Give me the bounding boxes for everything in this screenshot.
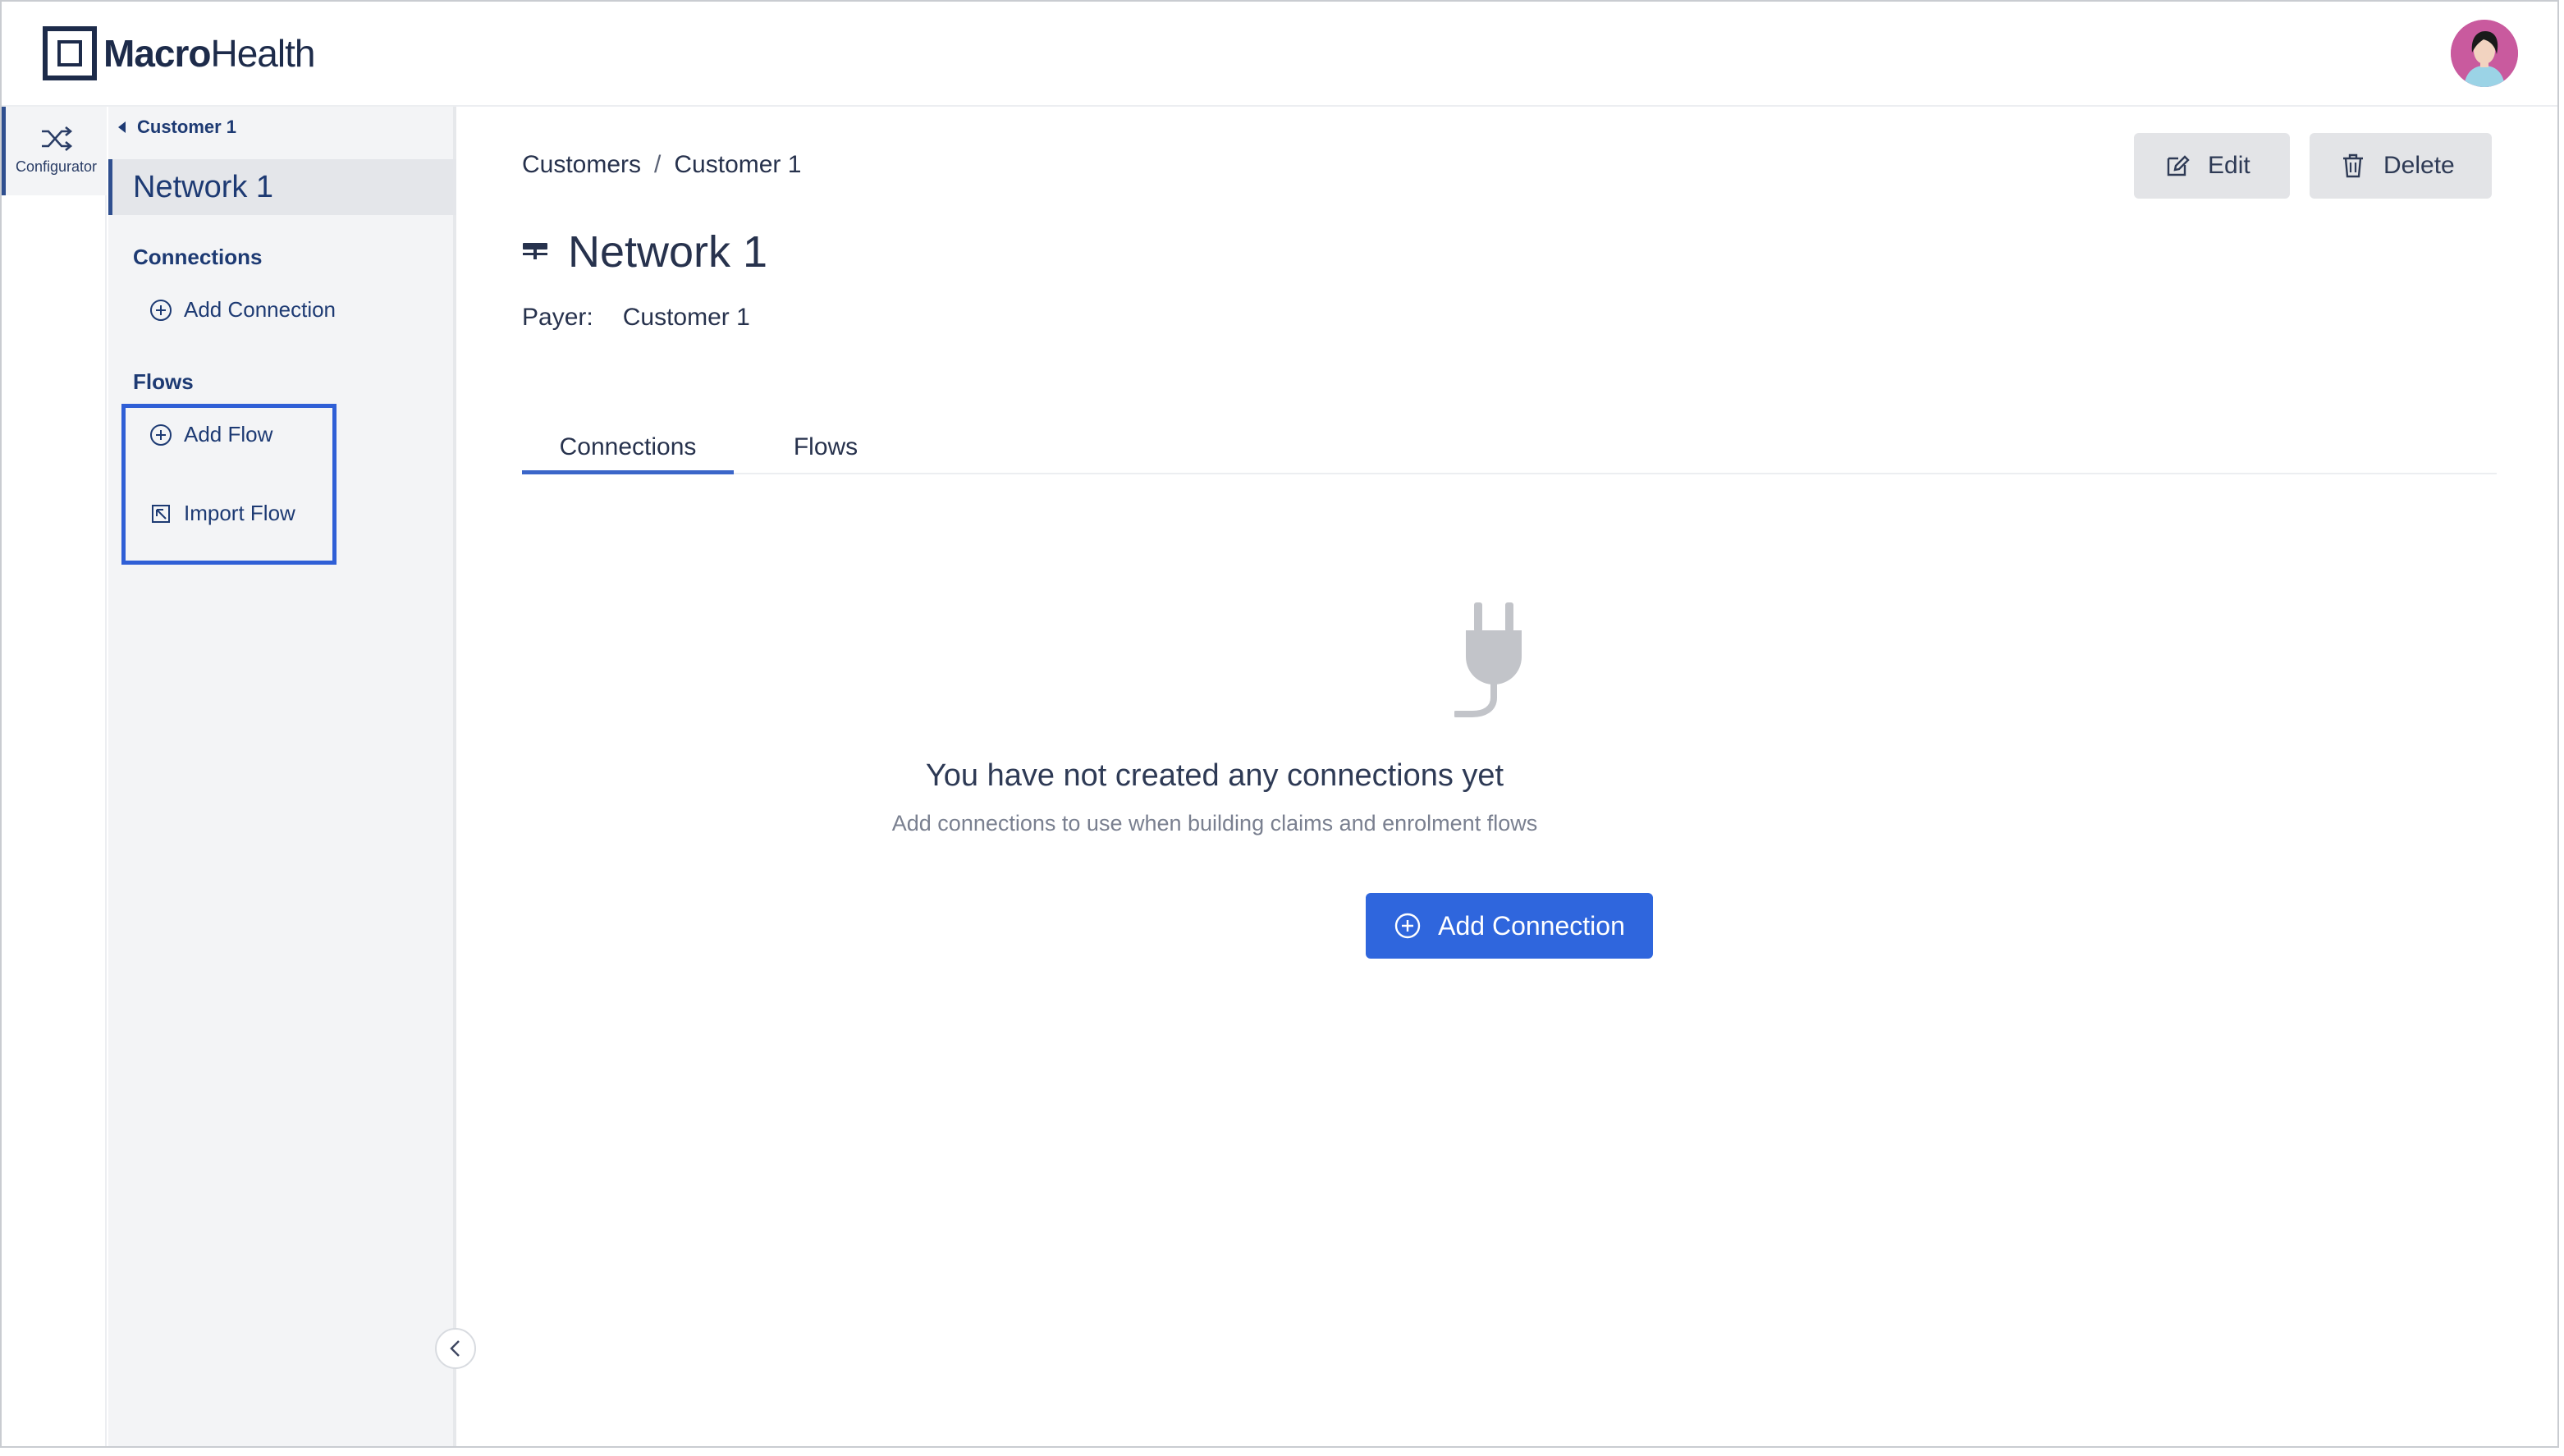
main-content: Customers / Customer 1 Edit Delete Netwo…: [460, 107, 2557, 1446]
breadcrumb-customer-1[interactable]: Customer 1: [674, 151, 801, 179]
payer-value: Customer 1: [622, 304, 750, 331]
edit-icon: [2167, 155, 2190, 176]
sidebar-add-connection-label: Add Connection: [184, 297, 337, 322]
plus-circle-icon: [150, 299, 172, 321]
sidebar: Customer 1 Network 1 Connections Add Con…: [108, 107, 476, 1446]
payer-row: Payer: Customer 1: [522, 304, 750, 332]
breadcrumb-separator: /: [654, 151, 662, 178]
import-icon: [152, 504, 170, 523]
logo-text: MacroHealth: [103, 32, 315, 75]
delete-button-label: Delete: [2383, 152, 2455, 179]
sidebar-add-flow[interactable]: Add Flow: [149, 422, 272, 447]
back-link[interactable]: Customer 1: [118, 117, 236, 138]
page-title: Network 1: [522, 227, 767, 277]
plus-circle-icon: [150, 424, 172, 446]
plus-circle-icon: [1394, 913, 1421, 939]
back-link-label: Customer 1: [137, 117, 237, 137]
connections-heading: Connections: [133, 245, 263, 269]
plug-icon: [1453, 602, 1533, 726]
empty-state-subtitle: Add connections to use when building cla…: [891, 811, 1538, 836]
payer-label: Payer:: [522, 304, 593, 331]
app-window: MacroHealth Configurator Customer 1 Netw…: [0, 0, 2559, 1448]
trash-icon: [2343, 153, 2363, 178]
add-connection-button-label: Add Connection: [1438, 910, 1625, 941]
flows-heading: Flows: [133, 369, 194, 394]
top-bar: MacroHealth: [2, 2, 2557, 107]
logo[interactable]: MacroHealth: [43, 26, 315, 80]
network-icon: [523, 243, 547, 259]
tabs: Connections Flows: [522, 433, 2497, 474]
edit-button[interactable]: Edit: [2134, 133, 2290, 199]
rail-item-label: Configurator: [15, 158, 98, 175]
sidebar-import-flow[interactable]: Import Flow: [149, 501, 295, 526]
empty-state-title: You have not created any connections yet: [925, 758, 1504, 793]
sidebar-add-connection[interactable]: Add Connection: [149, 297, 336, 323]
rail-item-configurator[interactable]: Configurator: [2, 107, 107, 195]
shuffle-icon: [41, 126, 72, 151]
avatar-icon: [2451, 20, 2518, 87]
sidebar-import-flow-label: Import Flow: [184, 501, 295, 525]
caret-left-icon: [118, 121, 126, 133]
breadcrumb-customers[interactable]: Customers: [522, 151, 641, 179]
page-title-text: Network 1: [568, 227, 768, 277]
sidebar-title[interactable]: Network 1: [108, 159, 456, 215]
tab-connections[interactable]: Connections: [522, 433, 734, 474]
add-connection-button[interactable]: Add Connection: [1366, 893, 1653, 959]
tab-flows[interactable]: Flows: [768, 433, 883, 474]
avatar[interactable]: [2451, 20, 2518, 87]
delete-button[interactable]: Delete: [2310, 133, 2492, 199]
breadcrumb: Customers / Customer 1: [522, 151, 801, 179]
sidebar-add-flow-label: Add Flow: [184, 422, 273, 446]
left-rail: Configurator: [2, 107, 107, 1446]
edit-button-label: Edit: [2208, 152, 2250, 179]
logo-mark: [43, 26, 97, 80]
